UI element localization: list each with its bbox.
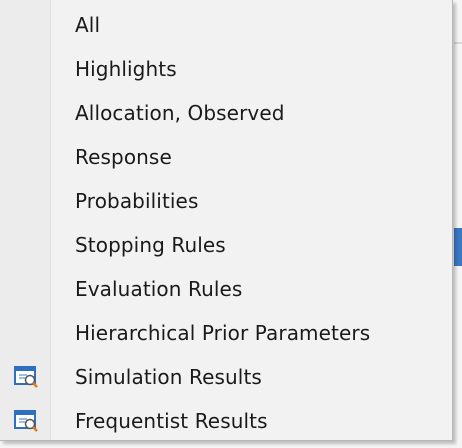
menu-item-allocation-observed[interactable]: Allocation, Observed xyxy=(0,91,452,135)
menu-item-icon-slot xyxy=(0,179,51,223)
background-selection xyxy=(454,228,462,266)
menu-item-response[interactable]: Response xyxy=(0,135,452,179)
menu-item-evaluation-rules[interactable]: Evaluation Rules xyxy=(0,267,452,311)
menu-item-highlights[interactable]: Highlights xyxy=(0,47,452,91)
menu-item-label: Evaluation Rules xyxy=(75,277,243,301)
menu-item-icon-slot xyxy=(0,311,51,355)
menu-item-icon-slot xyxy=(0,267,51,311)
menu-item-stopping-rules[interactable]: Stopping Rules xyxy=(0,223,452,267)
menu-item-label: Highlights xyxy=(75,57,177,81)
context-menu: All Highlights Allocation, Observed Resp… xyxy=(0,0,453,441)
menu-item-frequentist-results[interactable]: Frequentist Results xyxy=(0,399,452,443)
menu-item-hierarchical-prior-parameters[interactable]: Hierarchical Prior Parameters xyxy=(0,311,452,355)
menu-item-label: Response xyxy=(75,145,172,169)
menu-item-label: Hierarchical Prior Parameters xyxy=(75,321,371,345)
menu-item-label: Allocation, Observed xyxy=(75,101,285,125)
menu-item-label: Stopping Rules xyxy=(75,233,226,257)
menu-item-all[interactable]: All xyxy=(0,3,452,47)
menu-item-simulation-results[interactable]: Simulation Results xyxy=(0,355,452,399)
menu-item-icon-slot xyxy=(0,135,51,179)
background-divider xyxy=(454,42,462,44)
menu-item-probabilities[interactable]: Probabilities xyxy=(0,179,452,223)
menu-item-icon-slot xyxy=(0,47,51,91)
menu-item-label: Frequentist Results xyxy=(75,409,268,433)
menu-item-icon-slot xyxy=(0,91,51,135)
results-window-icon xyxy=(0,355,51,399)
menu-item-icon-slot xyxy=(0,3,51,47)
menu-item-icon-slot xyxy=(0,223,51,267)
results-window-icon xyxy=(0,399,51,443)
menu-item-label: Simulation Results xyxy=(75,365,262,389)
menu-item-label: All xyxy=(75,13,101,37)
menu-item-label: Probabilities xyxy=(75,189,199,213)
